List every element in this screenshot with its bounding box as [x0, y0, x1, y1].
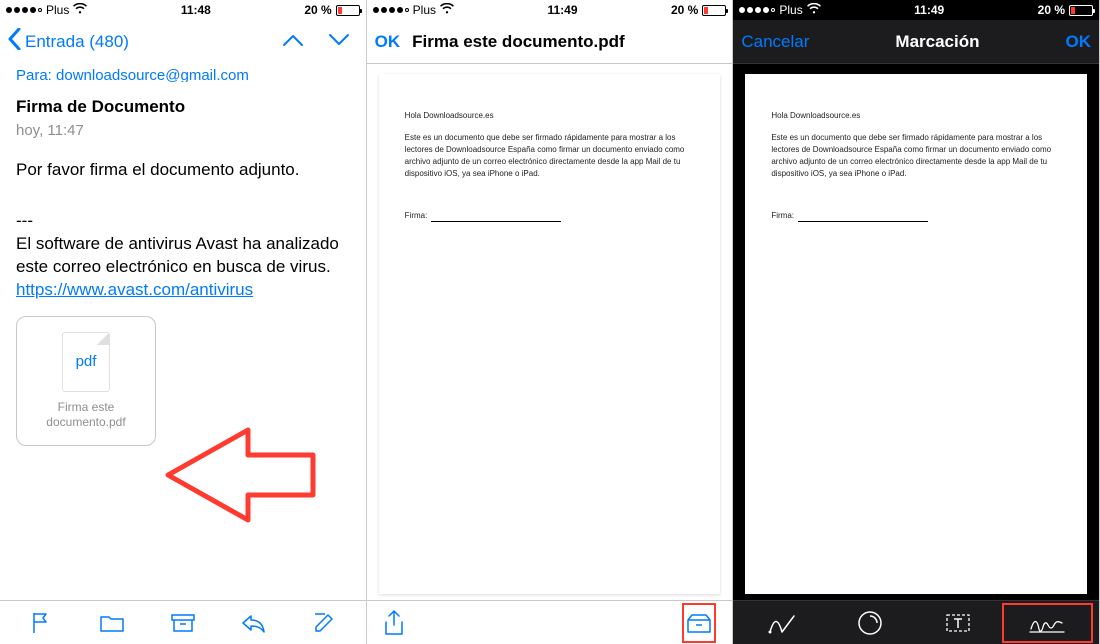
battery-percent: 20 %	[1038, 3, 1065, 17]
divider: ---	[16, 210, 350, 233]
doc-signature-line: Firma:	[405, 210, 695, 222]
move-folder-button[interactable]	[77, 601, 148, 644]
battery-icon	[1069, 5, 1093, 16]
status-bar: Plus 11:49 20 %	[367, 0, 733, 20]
attachment-name: Firma este documento.pdf	[17, 400, 155, 429]
panel-pdf-preview: Plus 11:49 20 % OK Firma este documento.…	[367, 0, 734, 644]
subject: Firma de Documento	[16, 96, 350, 119]
back-label: Entrada (480)	[25, 32, 129, 52]
battery-icon	[702, 5, 726, 16]
doc-signature-line: Firma:	[771, 210, 1061, 222]
signature-tool-button[interactable]	[1002, 603, 1093, 643]
footer-text: El software de antivirus Avast ha analiz…	[16, 233, 350, 279]
status-left: Plus	[6, 3, 87, 17]
battery-icon	[336, 5, 360, 16]
date: hoy, 11:47	[16, 121, 350, 141]
signature-label: Firma:	[771, 210, 794, 222]
doc-greeting: Hola Downloadsource.es	[405, 110, 695, 122]
carrier-label: Plus	[413, 3, 436, 17]
pdf-file-icon: pdf	[62, 332, 110, 392]
preview-toolbar	[367, 600, 733, 644]
panel-markup: Plus 11:49 20 % Cancelar Marcación OK Ho…	[733, 0, 1100, 644]
markup-toolbar	[733, 600, 1099, 644]
doc-paragraph: Este es un documento que debe ser firmad…	[405, 132, 695, 180]
back-button[interactable]: Entrada (480)	[8, 28, 129, 56]
nav-bar: Entrada (480)	[0, 20, 366, 64]
file-ext-label: pdf	[76, 352, 97, 372]
document-area[interactable]: Hola Downloadsource.es Este es un docume…	[367, 64, 733, 600]
status-right: 20 %	[671, 3, 726, 17]
document-page: Hola Downloadsource.es Este es un docume…	[379, 74, 721, 594]
status-right: 20 %	[304, 3, 359, 17]
clock: 11:49	[547, 3, 577, 17]
text-tool-button[interactable]	[914, 601, 1001, 644]
nav-title: Firma este documento.pdf	[412, 32, 724, 52]
clock: 11:48	[181, 3, 211, 17]
status-right: 20 %	[1038, 3, 1093, 17]
next-message-button[interactable]	[328, 32, 350, 52]
status-bar: Plus 11:48 20 %	[0, 0, 366, 20]
carrier-label: Plus	[779, 3, 802, 17]
annotation-arrow-icon	[158, 420, 318, 530]
status-left: Plus	[739, 3, 820, 17]
document-area[interactable]: Hola Downloadsource.es Este es un docume…	[733, 64, 1099, 600]
signature-line	[798, 221, 928, 222]
carrier-label: Plus	[46, 3, 69, 17]
mail-toolbar	[0, 600, 366, 644]
signature-line	[431, 221, 561, 222]
ok-button[interactable]: OK	[375, 32, 401, 52]
battery-percent: 20 %	[671, 3, 698, 17]
signature-label: Firma:	[405, 210, 428, 222]
wifi-icon	[807, 3, 821, 17]
avast-link[interactable]: https://www.avast.com/antivirus	[16, 280, 253, 299]
status-bar: Plus 11:49 20 %	[733, 0, 1099, 20]
flag-button[interactable]	[6, 601, 77, 644]
header-to-line: Para: downloadsource@gmail.com	[16, 66, 350, 82]
battery-percent: 20 %	[304, 3, 331, 17]
pen-tool-button[interactable]	[739, 601, 826, 644]
nav-bar: Cancelar Marcación OK	[733, 20, 1099, 64]
signal-icon	[6, 7, 42, 13]
doc-greeting: Hola Downloadsource.es	[771, 110, 1061, 122]
ok-button[interactable]: OK	[1066, 32, 1092, 52]
panel-mail-message: Plus 11:48 20 % Entrada (480) Pa	[0, 0, 367, 644]
reply-button[interactable]	[218, 601, 289, 644]
signal-icon	[739, 7, 775, 13]
status-left: Plus	[373, 3, 454, 17]
wifi-icon	[73, 3, 87, 17]
ok-label: OK	[375, 32, 401, 52]
wifi-icon	[440, 3, 454, 17]
cancel-button[interactable]: Cancelar	[741, 32, 809, 52]
mail-body: Para: downloadsource@gmail.com Firma de …	[0, 64, 366, 600]
chevron-left-icon	[8, 28, 21, 56]
share-button[interactable]	[383, 601, 405, 644]
clock: 11:49	[914, 3, 944, 17]
nav-bar: OK Firma este documento.pdf	[367, 20, 733, 64]
body-text: Por favor firma el documento adjunto.	[16, 159, 350, 182]
doc-paragraph: Este es un documento que debe ser firmad…	[771, 132, 1061, 180]
markup-toolbox-button[interactable]	[682, 603, 716, 643]
compose-button[interactable]	[289, 601, 360, 644]
attachment[interactable]: pdf Firma este documento.pdf	[16, 316, 156, 446]
prev-message-button[interactable]	[282, 32, 304, 52]
archive-button[interactable]	[147, 601, 218, 644]
cancel-label: Cancelar	[741, 32, 809, 52]
magnifier-tool-button[interactable]	[827, 601, 914, 644]
document-page: Hola Downloadsource.es Este es un docume…	[745, 74, 1087, 594]
nav-title: Marcación	[817, 32, 1057, 52]
ok-label: OK	[1066, 32, 1092, 51]
signal-icon	[373, 7, 409, 13]
